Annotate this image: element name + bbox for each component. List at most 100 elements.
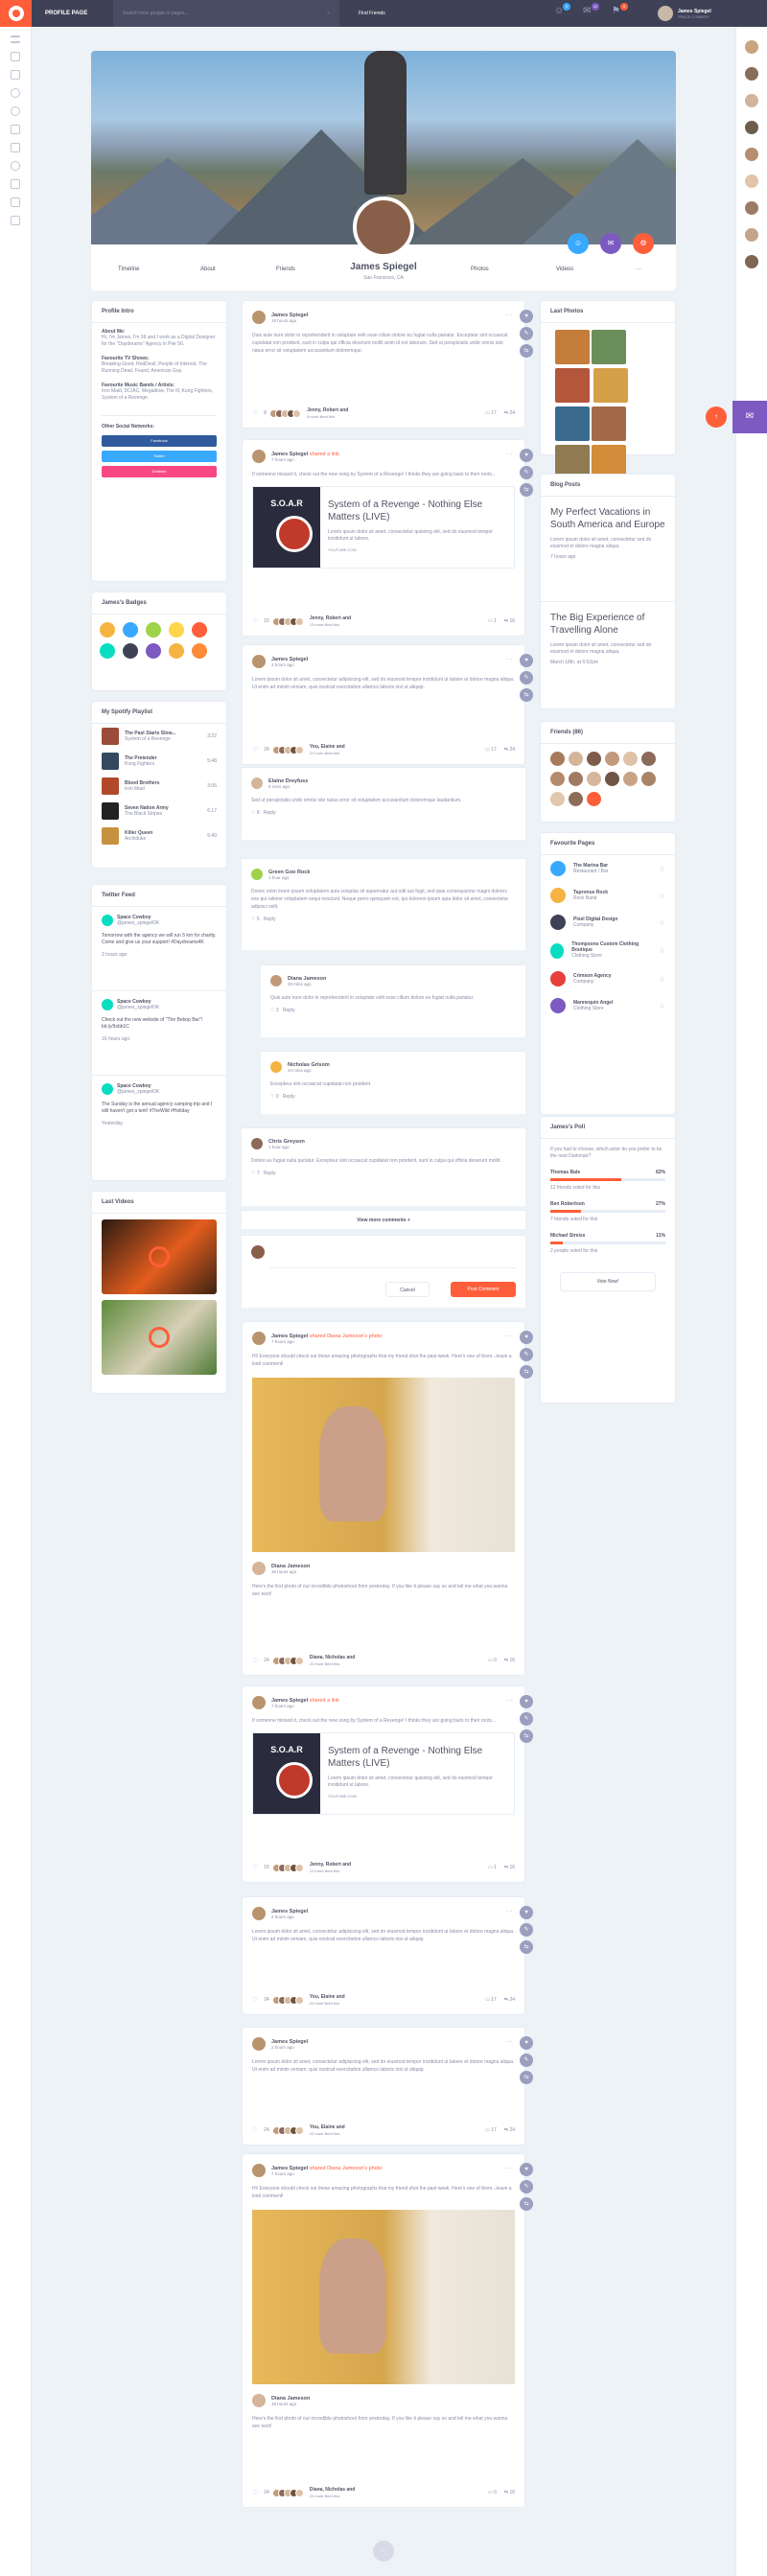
badge-icon[interactable] [123, 643, 138, 659]
heart-icon[interactable]: ♡ [251, 810, 255, 816]
friend-requests-icon[interactable]: ☺ 6 [554, 3, 570, 17]
play-icon[interactable] [149, 1246, 170, 1267]
post-author[interactable]: James Spiegel [271, 2166, 308, 2171]
favourite-icon[interactable]: ☆ [659, 946, 665, 955]
heart-icon[interactable]: ♡ [251, 1171, 255, 1176]
post-author[interactable]: James Spiegel [271, 1698, 308, 1704]
like-icon[interactable]: ♥ [520, 1906, 533, 1919]
comment-icon[interactable]: ▭ 1 [488, 618, 497, 624]
more-friends-icon[interactable] [587, 792, 601, 806]
share-icon[interactable]: ⇆ [520, 344, 533, 358]
message-icon[interactable]: ✉ [600, 233, 621, 254]
link-preview[interactable]: S.O.A.R System of a Revenge - Nothing El… [252, 1732, 515, 1815]
comment-author[interactable]: Green Goo Rock [268, 870, 310, 875]
badge-icon[interactable] [169, 643, 184, 659]
like-icon[interactable]: ♥ [520, 1695, 533, 1708]
avatar[interactable] [252, 450, 266, 463]
badge-icon[interactable] [123, 622, 138, 638]
comment-icon[interactable]: ✎ [520, 327, 533, 340]
more-options-icon[interactable]: ··· [505, 1907, 513, 1915]
favourite-icon[interactable]: ☆ [659, 918, 665, 927]
load-more-icon[interactable]: ··· [373, 2541, 394, 2562]
headphones-icon[interactable] [11, 106, 20, 116]
heart-icon[interactable]: ♡ [252, 409, 258, 417]
comment-author[interactable]: Chris Greyson [268, 1139, 305, 1145]
vote-now-button[interactable]: Vote Now! [560, 1272, 656, 1291]
post-comment-button[interactable]: Post Comment [451, 1282, 516, 1297]
comment-icon[interactable]: ▭ 0 [488, 1658, 497, 1663]
blog-post-title[interactable]: My Perfect Vacations in South America an… [550, 506, 665, 531]
shared-photo[interactable] [252, 1378, 515, 1552]
shared-author[interactable]: Diana Jameson [271, 1564, 310, 1569]
weather-icon[interactable] [11, 125, 20, 134]
page-item[interactable]: Tapronus Rock Rock Band ☆ [541, 882, 675, 909]
view-more-comments-link[interactable]: View more comments + [242, 1210, 525, 1229]
post-author[interactable]: James Spiegel [271, 1334, 308, 1339]
friend-avatar[interactable] [587, 752, 601, 766]
friend-avatar[interactable] [623, 772, 638, 786]
avatar[interactable] [252, 2037, 266, 2051]
reply-link[interactable]: Reply [264, 917, 276, 922]
video-thumbnail[interactable] [102, 1219, 217, 1294]
post-author[interactable]: James Spiegel [271, 1909, 308, 1915]
friend-avatar[interactable] [641, 752, 656, 766]
comment-author[interactable]: Nicholas Grisom [288, 1062, 330, 1068]
favourite-icon[interactable]: ☆ [659, 865, 665, 873]
search-icon[interactable]: ⌕ [327, 11, 330, 16]
cup-icon[interactable] [11, 179, 20, 189]
share-icon[interactable]: ⇆ 24 [504, 410, 515, 416]
reply-link[interactable]: Reply [283, 1094, 295, 1100]
star-icon[interactable] [11, 70, 20, 80]
more-options-icon[interactable]: ··· [505, 2164, 513, 2172]
twitter-button[interactable]: Twitter [102, 451, 217, 462]
comment-icon[interactable]: ✎ [520, 1712, 533, 1726]
happy-face-icon[interactable] [11, 88, 20, 98]
shared-author[interactable]: Diana Jameson [271, 2396, 310, 2402]
play-icon[interactable] [149, 1327, 170, 1348]
page-item[interactable]: The Marina Bar Restaurant / Bar ☆ [541, 855, 675, 882]
heart-icon[interactable]: ♡ [252, 746, 258, 754]
photo-thumbnail[interactable] [555, 406, 590, 441]
photo-thumbnail[interactable] [592, 330, 626, 364]
page-item[interactable]: Thompsons Custom Clothing Boutique Clothi… [541, 936, 675, 965]
poll-option-label[interactable]: Thomas Bale [550, 1170, 580, 1175]
calendar-icon[interactable] [11, 143, 20, 152]
share-icon[interactable]: ⇆ 16 [504, 2490, 515, 2495]
playlist-item[interactable]: Seven Nation Army The Black Stripes 6:17 [92, 799, 226, 824]
share-icon[interactable]: ⇆ 16 [504, 618, 515, 624]
avatar[interactable] [252, 2164, 266, 2177]
friend-avatar[interactable] [623, 752, 638, 766]
post-author[interactable]: James Spiegel [271, 313, 308, 318]
logo[interactable] [0, 0, 32, 27]
avatar[interactable] [252, 655, 266, 668]
like-icon[interactable]: ♥ [520, 2036, 533, 2050]
comment-icon[interactable]: ✎ [520, 1923, 533, 1937]
post-author[interactable]: James Spiegel [271, 452, 308, 457]
poll-option-label[interactable]: Ben Robertson [550, 1201, 585, 1207]
comment-icon[interactable]: ▭ 17 [485, 410, 497, 416]
badge-icon[interactable] [192, 622, 207, 638]
friend-avatar[interactable] [569, 772, 583, 786]
facebook-button[interactable]: Facebook [102, 435, 217, 447]
favourite-icon[interactable]: ☆ [659, 975, 665, 984]
friend-avatar[interactable] [587, 772, 601, 786]
favourite-icon[interactable]: ☆ [659, 1002, 665, 1010]
poll-option-label[interactable]: Michael Streiss [550, 1233, 585, 1239]
link-title[interactable]: System of a Revenge - Nothing Else Matte… [328, 1745, 506, 1770]
comment-author[interactable]: Elaine Dreyfuss [268, 778, 308, 784]
photo-thumbnail[interactable] [593, 368, 628, 403]
heart-icon[interactable]: ♡ [252, 1996, 258, 2004]
comment-icon[interactable]: ▭ 17 [485, 1997, 497, 2003]
heart-icon[interactable]: ♡ [252, 617, 258, 625]
heart-icon[interactable]: ♡ [252, 2126, 258, 2134]
chat-avatar[interactable] [745, 94, 758, 107]
chat-avatar[interactable] [745, 67, 758, 81]
link-title[interactable]: System of a Revenge - Nothing Else Matte… [328, 499, 506, 523]
badge-icon[interactable] [169, 622, 184, 638]
heart-icon[interactable]: ♡ [270, 1094, 274, 1100]
badge-icon[interactable] [100, 643, 115, 659]
comment-icon[interactable]: ✎ [520, 466, 533, 479]
friend-avatar[interactable] [605, 772, 619, 786]
reply-link[interactable]: Reply [264, 1171, 276, 1176]
more-options-icon[interactable]: ··· [505, 2037, 513, 2046]
